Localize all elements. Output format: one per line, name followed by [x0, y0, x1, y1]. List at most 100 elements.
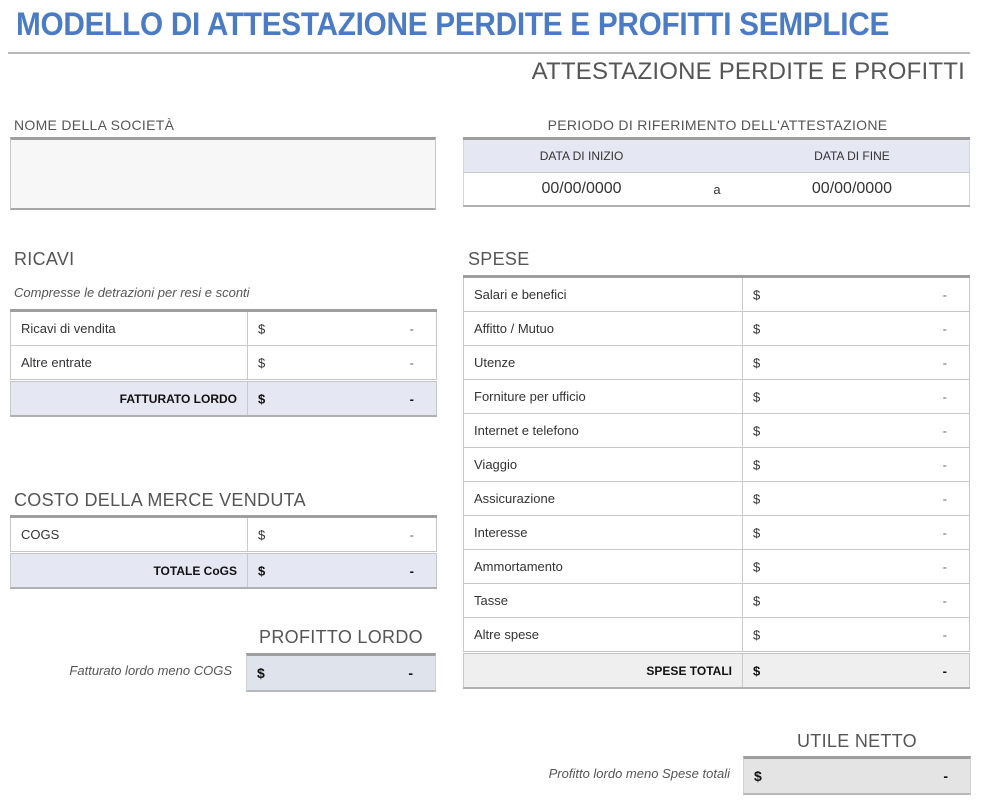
- gross-revenue-amount: $ -: [247, 379, 437, 417]
- table-row: COGS $ -: [10, 515, 437, 553]
- net-income-value-box: $ -: [743, 756, 971, 795]
- company-name-input[interactable]: [10, 137, 436, 210]
- expense-row-amount[interactable]: $ -: [742, 345, 970, 380]
- amount-value: -: [942, 423, 947, 438]
- currency-symbol: $: [753, 423, 761, 438]
- table-row: Altre spese $ -: [463, 617, 970, 653]
- start-date-field[interactable]: 00/00/0000: [463, 172, 700, 207]
- net-income-note: Profitto lordo meno Spese totali: [548, 766, 730, 781]
- total-expenses-row: SPESE TOTALI $ -: [463, 651, 970, 689]
- expense-row-label: Assicurazione: [463, 481, 743, 516]
- currency-symbol: $: [258, 321, 266, 336]
- statement-subtitle: ATTESTAZIONE PERDITE E PROFITTI: [531, 58, 965, 85]
- table-row: Interesse $ -: [463, 515, 970, 550]
- expense-row-label: Forniture per ufficio: [463, 379, 743, 414]
- expenses-table: Salari e benefici $ - Affitto / Mutuo $ - Uten…: [463, 275, 970, 689]
- gross-revenue-label: FATTURATO LORDO: [10, 379, 248, 417]
- amount-value: -: [942, 287, 947, 302]
- revenue-row-label: Ricavi di vendita: [10, 309, 248, 346]
- revenue-row-amount[interactable]: $ -: [247, 309, 437, 346]
- table-row: Internet e telefono $ -: [463, 413, 970, 448]
- amount-value: -: [942, 663, 947, 678]
- expense-row-label: Internet e telefono: [463, 413, 743, 448]
- table-row: Forniture per ufficio $ -: [463, 379, 970, 414]
- table-row: Utenze $ -: [463, 345, 970, 380]
- currency-symbol: $: [753, 321, 761, 336]
- expense-row-label: Altre spese: [463, 617, 743, 653]
- currency-symbol: $: [753, 457, 761, 472]
- expense-row-label: Viaggio: [463, 447, 743, 482]
- amount-value: -: [942, 559, 947, 574]
- currency-symbol: $: [258, 563, 266, 578]
- amount-value: -: [942, 457, 947, 472]
- expense-row-label: Affitto / Mutuo: [463, 311, 743, 346]
- period-header-spacer: [699, 137, 735, 173]
- cogs-total-label: TOTALE CoGS: [10, 551, 248, 589]
- amount-value: -: [942, 321, 947, 336]
- amount-value: -: [409, 563, 414, 578]
- currency-symbol: $: [753, 355, 761, 370]
- company-name-label: NOME DELLA SOCIETÀ: [14, 117, 175, 133]
- gross-profit-heading: PROFITTO LORDO: [259, 627, 423, 647]
- expense-row-amount[interactable]: $ -: [742, 617, 970, 653]
- expense-row-amount[interactable]: $ -: [742, 549, 970, 584]
- total-expenses-label: SPESE TOTALI: [463, 651, 743, 689]
- gross-profit-value: -: [408, 665, 413, 681]
- revenue-table: Ricavi di vendita $ - Altre entrate $ - FA…: [10, 309, 437, 417]
- currency-symbol: $: [258, 355, 266, 370]
- expense-row-amount[interactable]: $ -: [742, 379, 970, 414]
- amount-value: -: [942, 389, 947, 404]
- amount-value: -: [409, 321, 414, 336]
- revenue-row-amount[interactable]: $ -: [247, 345, 437, 381]
- table-row: Salari e benefici $ -: [463, 275, 970, 312]
- expense-row-amount[interactable]: $ -: [742, 583, 970, 618]
- expense-row-label: Interesse: [463, 515, 743, 550]
- amount-value: -: [942, 627, 947, 642]
- cogs-table: COGS $ - TOTALE CoGS $ -: [10, 515, 437, 589]
- expense-row-label: Salari e benefici: [463, 275, 743, 312]
- period-values-row: 00/00/0000 a 00/00/0000: [463, 172, 970, 207]
- title-divider: [8, 52, 970, 54]
- table-row: Viaggio $ -: [463, 447, 970, 482]
- net-income-heading: UTILE NETTO: [797, 731, 917, 751]
- currency-symbol: $: [753, 627, 761, 642]
- currency-symbol: $: [258, 527, 266, 542]
- expense-row-label: Ammortamento: [463, 549, 743, 584]
- revenue-heading: RICAVI: [14, 249, 75, 269]
- table-row: Altre entrate $ -: [10, 345, 437, 381]
- start-date-label: DATA DI INIZIO: [463, 137, 700, 173]
- total-expenses-amount: $ -: [742, 651, 970, 689]
- gross-profit-note: Fatturato lordo meno COGS: [69, 663, 232, 678]
- expenses-heading: SPESE: [468, 249, 530, 269]
- table-row: Affitto / Mutuo $ -: [463, 311, 970, 346]
- expense-row-amount[interactable]: $ -: [742, 481, 970, 516]
- amount-value: -: [942, 525, 947, 540]
- amount-value: -: [942, 355, 947, 370]
- page-title: MODELLO DI ATTESTAZIONE PERDITE E PROFIT…: [16, 6, 890, 42]
- cogs-total-row: TOTALE CoGS $ -: [10, 551, 437, 589]
- table-row: Ammortamento $ -: [463, 549, 970, 584]
- currency-symbol: $: [753, 389, 761, 404]
- revenue-row-label: Altre entrate: [10, 345, 248, 381]
- period-table: DATA DI INIZIO DATA DI FINE 00/00/0000 a…: [463, 137, 970, 207]
- expense-row-amount[interactable]: $ -: [742, 413, 970, 448]
- expense-row-amount[interactable]: $ -: [742, 447, 970, 482]
- currency-symbol: $: [753, 593, 761, 608]
- revenue-note: Compresse le detrazioni per resi e scont…: [14, 285, 250, 300]
- expense-row-amount[interactable]: $ -: [742, 311, 970, 346]
- expense-row-label: Utenze: [463, 345, 743, 380]
- currency-symbol: $: [258, 391, 266, 406]
- currency-symbol: $: [753, 525, 761, 540]
- table-row: Tasse $ -: [463, 583, 970, 618]
- amount-value: -: [409, 391, 414, 406]
- cogs-heading: COSTO DELLA MERCE VENDUTA: [14, 490, 306, 510]
- cogs-row-amount[interactable]: $ -: [247, 515, 437, 553]
- table-row: Ricavi di vendita $ -: [10, 309, 437, 346]
- currency-symbol: $: [753, 663, 761, 678]
- currency-symbol: $: [753, 287, 761, 302]
- currency-symbol: $: [753, 559, 761, 574]
- expense-row-amount[interactable]: $ -: [742, 275, 970, 312]
- end-date-field[interactable]: 00/00/0000: [734, 172, 970, 207]
- gross-profit-value-box: $ -: [246, 653, 436, 692]
- expense-row-amount[interactable]: $ -: [742, 515, 970, 550]
